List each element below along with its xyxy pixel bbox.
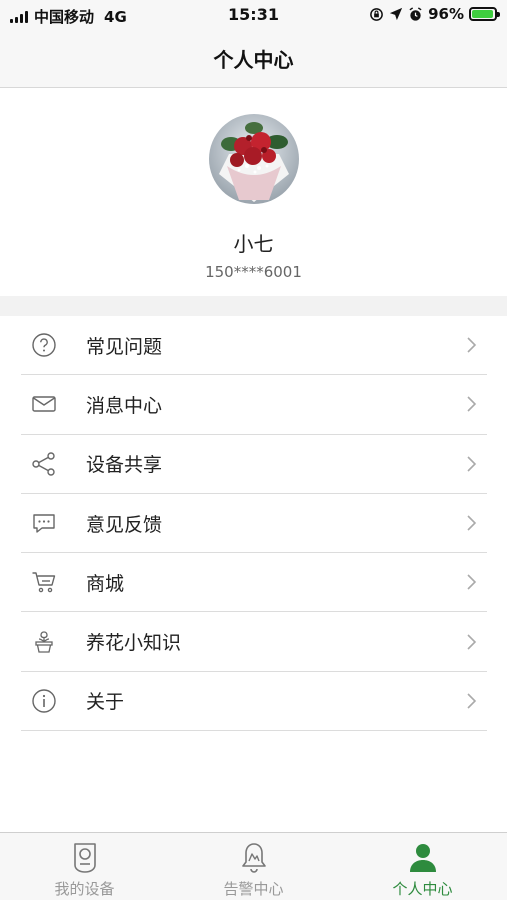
section-divider xyxy=(0,296,507,316)
device-icon xyxy=(73,843,96,873)
menu-item-label: 商城 xyxy=(86,572,125,595)
settings-menu: 常见问题 消息中心 设备共享 意见反馈 商城 养花小知识 关于 xyxy=(21,316,487,732)
tab-my-devices[interactable]: 我的设备 xyxy=(0,833,169,900)
help-icon xyxy=(21,330,67,360)
tab-alarm-center[interactable]: 告警中心 xyxy=(169,833,338,900)
tab-label: 我的设备 xyxy=(54,880,115,898)
bell-icon xyxy=(241,843,266,873)
chevron-right-icon xyxy=(467,337,477,353)
menu-item-label: 关于 xyxy=(86,691,125,714)
mail-icon xyxy=(21,389,67,419)
menu-item-flower-tips[interactable]: 养花小知识 xyxy=(21,612,487,672)
menu-item-label: 常见问题 xyxy=(86,335,163,358)
share-icon xyxy=(21,449,67,479)
menu-item-label: 养花小知识 xyxy=(86,632,182,655)
tab-label: 个人中心 xyxy=(392,880,453,898)
menu-item-feedback[interactable]: 意见反馈 xyxy=(21,494,487,554)
menu-item-about[interactable]: 关于 xyxy=(21,672,487,732)
cart-icon xyxy=(21,567,67,597)
menu-item-messages[interactable]: 消息中心 xyxy=(21,375,487,435)
tab-label: 告警中心 xyxy=(223,880,284,898)
flowerpot-icon xyxy=(21,627,67,657)
chevron-right-icon xyxy=(467,574,477,590)
location-icon xyxy=(389,7,403,21)
menu-item-label: 意见反馈 xyxy=(86,513,163,536)
info-icon xyxy=(21,686,67,716)
alarm-icon xyxy=(409,6,422,21)
nav-bar: 个人中心 xyxy=(0,30,507,88)
rotation-lock-icon xyxy=(370,7,383,21)
battery-fill xyxy=(472,10,494,18)
feedback-icon xyxy=(21,508,67,538)
page-title: 个人中心 xyxy=(213,48,294,72)
chevron-right-icon xyxy=(467,634,477,650)
menu-item-label: 消息中心 xyxy=(86,394,163,417)
avatar[interactable] xyxy=(209,114,299,204)
battery-icon xyxy=(469,7,500,21)
tab-bar: 我的设备 告警中心 个人中心 xyxy=(0,832,507,900)
menu-item-faq[interactable]: 常见问题 xyxy=(21,316,487,376)
profile-header: 小七 150****6001 xyxy=(0,88,507,296)
chevron-right-icon xyxy=(467,396,477,413)
menu-item-label: 设备共享 xyxy=(86,454,163,477)
battery-percent: 96% xyxy=(428,5,464,23)
chevron-right-icon xyxy=(467,456,477,472)
person-icon xyxy=(409,844,436,872)
status-bar: 中国移动 4G 15:31 96% xyxy=(0,0,507,30)
phone-number: 150****6001 xyxy=(205,263,302,281)
chevron-right-icon xyxy=(467,515,477,531)
status-right: 96% xyxy=(369,5,500,23)
menu-item-shop[interactable]: 商城 xyxy=(21,553,487,613)
chevron-right-icon xyxy=(467,693,477,709)
menu-item-device-share[interactable]: 设备共享 xyxy=(21,435,487,494)
tab-personal-center[interactable]: 个人中心 xyxy=(338,833,507,900)
username: 小七 xyxy=(233,232,274,256)
